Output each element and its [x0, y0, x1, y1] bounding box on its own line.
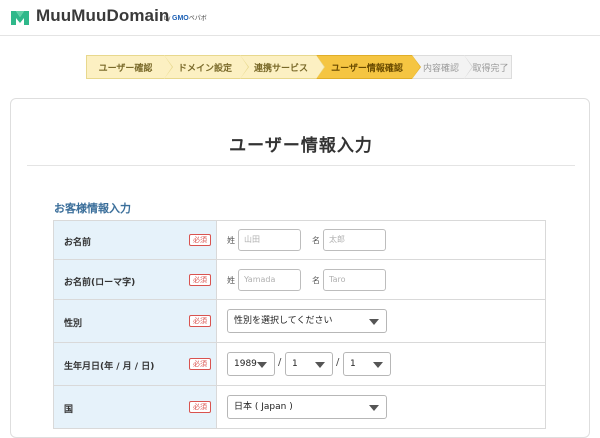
page-title: ユーザー情報入力: [229, 136, 373, 156]
last-name-roman-input[interactable]: Yamada: [238, 269, 301, 291]
field-label: お名前(ローマ字): [64, 278, 136, 288]
step-linked-services: 連携サービス: [240, 55, 325, 79]
section-title: お客様情報入力: [54, 202, 131, 215]
date-separator: /: [336, 357, 340, 368]
last-name-input[interactable]: 山田: [238, 229, 301, 251]
value-cell: 1989 / 1 / 1: [217, 343, 545, 385]
country-select[interactable]: 日本 ( Japan ): [227, 395, 387, 419]
row-country: 国 必須 日本 ( Japan ): [54, 386, 545, 429]
birth-day-select[interactable]: 1: [343, 352, 391, 376]
field-label: 国: [64, 405, 74, 415]
form-card: ユーザー情報入力 お客様情報入力 お名前 必須 姓 山田 名 太郎 お名前(ロー…: [10, 98, 590, 438]
date-separator: /: [278, 357, 282, 368]
logo-icon[interactable]: [10, 8, 30, 26]
site-header: MuuMuuDomain by GMOペパボ: [0, 0, 600, 36]
label-cell: 国 必須: [54, 386, 217, 428]
header-divider: [0, 35, 600, 36]
logo-byline: by GMOペパボ: [164, 15, 207, 22]
label-cell: お名前(ローマ字) 必須: [54, 260, 217, 299]
value-cell: 性別を選択してください: [217, 300, 545, 342]
field-label: 生年月日(年 / 月 / 日): [64, 362, 155, 372]
required-badge: 必須: [189, 401, 211, 413]
label-cell: 生年月日(年 / 月 / 日) 必須: [54, 343, 217, 385]
last-name-label: 姓: [227, 236, 235, 245]
field-label: お名前: [64, 238, 92, 248]
birth-month-select[interactable]: 1: [285, 352, 333, 376]
chevron-down-icon: [257, 362, 267, 368]
step-user-info: ユーザー情報確認: [316, 55, 421, 79]
required-badge: 必須: [189, 234, 211, 246]
field-label: 性別: [64, 319, 83, 329]
chevron-down-icon: [373, 362, 383, 368]
first-name-input[interactable]: 太郎: [323, 229, 386, 251]
customer-info-form: お名前 必須 姓 山田 名 太郎 お名前(ローマ字) 必須 姓 Yamada 名…: [53, 220, 546, 429]
chevron-down-icon: [369, 319, 379, 325]
birth-year-select[interactable]: 1989: [227, 352, 275, 376]
row-name-roman: お名前(ローマ字) 必須 姓 Yamada 名 Taro: [54, 260, 545, 300]
value-cell: 姓 Yamada 名 Taro: [217, 260, 545, 299]
step-user-check: ユーザー確認: [86, 55, 173, 79]
required-badge: 必須: [189, 274, 211, 286]
step-domain-settings: ドメイン設定: [164, 55, 249, 79]
chevron-down-icon: [315, 362, 325, 368]
chevron-down-icon: [369, 405, 379, 411]
label-cell: お名前 必須: [54, 221, 217, 259]
value-cell: 日本 ( Japan ): [217, 386, 545, 428]
value-cell: 姓 山田 名 太郎: [217, 221, 545, 259]
first-name-roman-input[interactable]: Taro: [323, 269, 386, 291]
row-gender: 性別 必須 性別を選択してください: [54, 300, 545, 343]
first-name-roman-label: 名: [312, 276, 320, 285]
label-cell: 性別 必須: [54, 300, 217, 342]
logo-text[interactable]: MuuMuuDomain: [36, 6, 169, 26]
row-name: お名前 必須 姓 山田 名 太郎: [54, 221, 545, 260]
title-divider: [27, 165, 575, 166]
row-birthday: 生年月日(年 / 月 / 日) 必須 1989 / 1 / 1: [54, 343, 545, 386]
required-badge: 必須: [189, 315, 211, 327]
required-badge: 必須: [189, 358, 211, 370]
gender-select[interactable]: 性別を選択してください: [227, 309, 387, 333]
last-name-roman-label: 姓: [227, 276, 235, 285]
first-name-label: 名: [312, 236, 320, 245]
progress-steps: ユーザー確認 ドメイン設定 連携サービス ユーザー情報確認 内容確認 取得完了: [86, 55, 512, 79]
